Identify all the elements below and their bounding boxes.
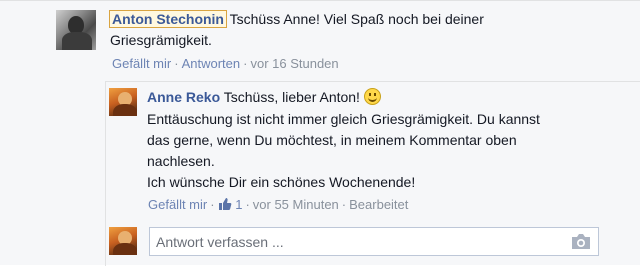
reply-input[interactable] <box>149 227 599 256</box>
reply-text-first: Tschüss, lieber Anton! <box>223 89 360 105</box>
reply-body: Anne Reko Tschüss, lieber Anton! <box>147 87 627 108</box>
reply-text-line: Enttäuschung ist nicht immer gleich Grie… <box>147 111 540 127</box>
like-link[interactable]: Gefällt mir <box>148 197 207 212</box>
smiley-emoticon-icon <box>363 88 381 105</box>
comment-body: Anton Stechonin Tschüss Anne! Viel Spaß … <box>109 9 590 51</box>
timestamp[interactable]: vor 16 Stunden <box>250 56 338 71</box>
comment-thread: Anton Stechonin Tschüss Anne! Viel Spaß … <box>0 0 640 266</box>
avatar <box>109 227 137 255</box>
comment-text: Tschüss Anne! Viel Spaß noch bei deiner <box>229 11 484 27</box>
timestamp[interactable]: vor 55 Minuten <box>253 197 339 212</box>
reply-text-line: das gerne, wenn Du möchtest, in meinem K… <box>147 132 517 148</box>
like-link[interactable]: Gefällt mir <box>112 56 171 71</box>
reply-author-link[interactable]: Anne Reko <box>147 89 220 105</box>
reply-text: Enttäuschung ist nicht immer gleich Grie… <box>147 109 627 193</box>
reply-link[interactable]: Antworten <box>182 56 241 71</box>
reply-text-line: Ich wünsche Dir ein schönes Wochenende! <box>147 174 416 190</box>
camera-icon[interactable] <box>570 233 592 250</box>
avatar[interactable] <box>56 10 96 50</box>
edited-label[interactable]: Bearbeitet <box>349 197 408 212</box>
comment-actions: Gefällt mir · Antworten · vor 16 Stunden <box>112 56 339 71</box>
comment-text-continued: Griesgrämigkeit. <box>110 32 212 48</box>
comment-author-link[interactable]: Anton Stechonin <box>109 10 227 28</box>
avatar[interactable] <box>109 88 137 116</box>
thumbs-up-icon[interactable] <box>218 197 232 211</box>
reply-actions: Gefällt mir · 1 · vor 55 Minuten · Bearbeitet <box>148 197 409 212</box>
reply-text-line: nachlesen. <box>147 153 215 169</box>
